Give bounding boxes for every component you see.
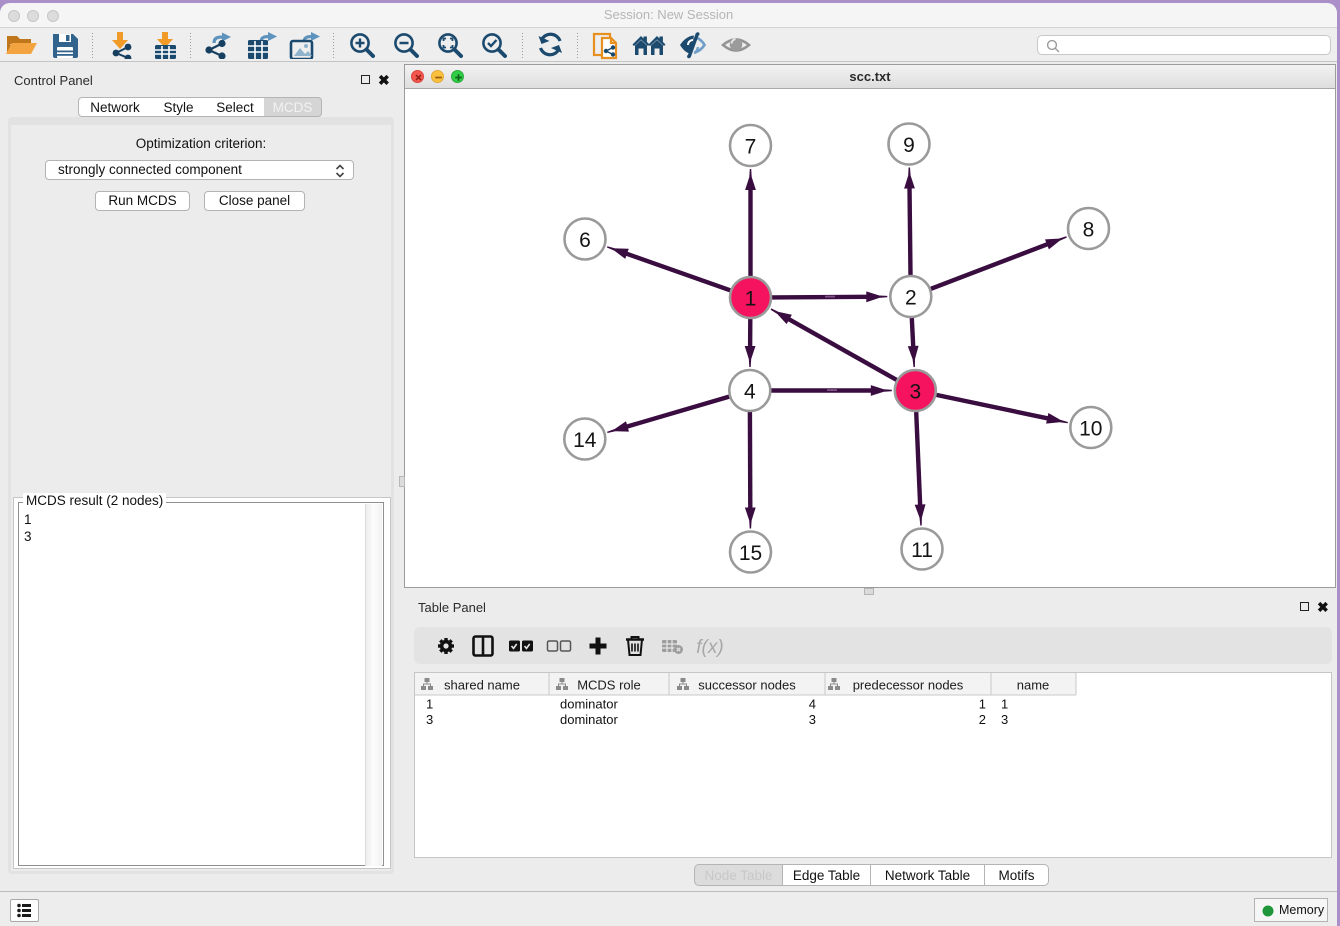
svg-text:dominator: dominator bbox=[560, 712, 618, 727]
svg-text:1: 1 bbox=[745, 288, 757, 311]
svg-text:dominator: dominator bbox=[560, 697, 618, 712]
svg-text:3: 3 bbox=[809, 712, 816, 727]
svg-text:successor nodes: successor nodes bbox=[698, 678, 796, 693]
svg-text:4: 4 bbox=[809, 697, 816, 712]
svg-text:1: 1 bbox=[426, 697, 433, 712]
svg-text:11: 11 bbox=[911, 539, 933, 562]
svg-text:8: 8 bbox=[1083, 219, 1095, 242]
svg-text:MCDS role: MCDS role bbox=[577, 678, 641, 693]
svg-text:2: 2 bbox=[905, 287, 917, 310]
svg-text:3: 3 bbox=[1001, 712, 1008, 727]
svg-text:6: 6 bbox=[579, 229, 591, 252]
svg-text:10: 10 bbox=[1079, 418, 1102, 441]
svg-text:shared name: shared name bbox=[444, 678, 520, 693]
svg-text:1: 1 bbox=[1001, 697, 1008, 712]
svg-text:1: 1 bbox=[979, 697, 986, 712]
svg-text:3: 3 bbox=[909, 381, 921, 404]
svg-text:f(x): f(x) bbox=[696, 637, 723, 658]
svg-text:14: 14 bbox=[573, 429, 597, 452]
svg-text:15: 15 bbox=[739, 542, 762, 565]
svg-text:4: 4 bbox=[744, 381, 756, 404]
svg-text:9: 9 bbox=[903, 134, 915, 157]
svg-text:3: 3 bbox=[426, 712, 433, 727]
svg-text:name: name bbox=[1017, 678, 1050, 693]
svg-text:2: 2 bbox=[979, 712, 986, 727]
svg-text:7: 7 bbox=[745, 136, 757, 159]
svg-text:predecessor nodes: predecessor nodes bbox=[853, 678, 964, 693]
